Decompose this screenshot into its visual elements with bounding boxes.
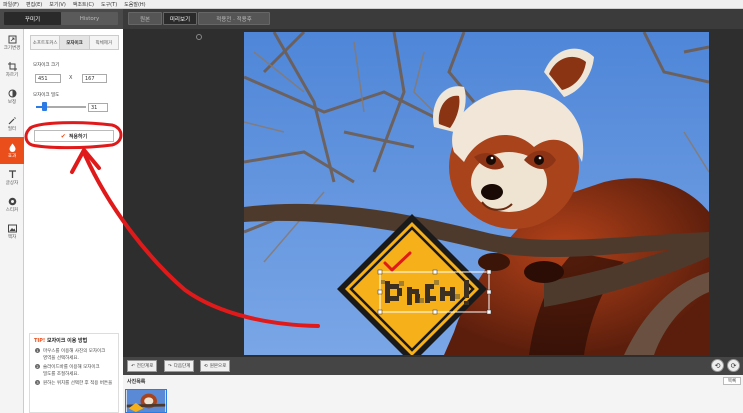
tool-frame[interactable]: 액자 xyxy=(0,218,24,245)
redo-label: 다음단계 xyxy=(173,364,191,369)
redo-icon: ↷ xyxy=(168,363,172,369)
red-panda-photo[interactable] xyxy=(244,32,709,355)
menu-edit[interactable]: 편집(E) xyxy=(26,1,42,8)
checkmark-icon: ✔ xyxy=(60,132,66,140)
mosaic-strength-input[interactable]: 31 xyxy=(88,103,108,112)
adjust-icon xyxy=(8,89,16,97)
tip-heading: 모자이크 이용 방법 xyxy=(46,338,88,344)
step-text: 원하는 위치를 선택한 후 적용 버튼을 xyxy=(43,381,113,386)
menu-action[interactable]: 액조트(C) xyxy=(73,1,94,8)
frame-icon xyxy=(7,224,17,232)
rotate-right-icon[interactable]: ⟳ xyxy=(727,359,740,372)
tool-filter[interactable]: 필터 xyxy=(0,110,24,137)
redo-button[interactable]: ↷ 다음단계 xyxy=(164,360,195,372)
tip-step: 3 원하는 위치를 선택한 후 적용 버튼을 xyxy=(35,380,112,386)
tab-history[interactable]: History xyxy=(61,12,118,25)
undo-icon: ↶ xyxy=(131,363,135,369)
filter-icon xyxy=(8,116,16,124)
tool-label: 글상자 xyxy=(5,180,19,186)
reset-label: 원본으로 xyxy=(209,364,227,369)
tip-step: 1 마우스를 이용해 사진의 모자이크 xyxy=(35,348,105,354)
photo-thumbnail[interactable] xyxy=(125,389,167,413)
photo-list-title: 사진목록 xyxy=(127,379,146,385)
step-text: 슬라이드바를 이용해 모자이크 xyxy=(43,365,100,370)
tip-box: TIP! 모자이크 이용 방법 1 마우스를 이용해 사진의 모자이크 영역을 … xyxy=(29,333,119,413)
effect-subtabs: 소프트포커스 모자이크 픽체제거 xyxy=(30,35,119,50)
tool-effect[interactable]: 효과 xyxy=(0,137,24,164)
menu-help[interactable]: 도움말(H) xyxy=(124,1,145,8)
tab-original[interactable]: 원본 xyxy=(128,12,162,25)
subtab-mosaic[interactable]: 모자이크 xyxy=(60,36,90,49)
step-text: 밀도를 조절하세요. xyxy=(43,372,79,377)
reset-button[interactable]: ⟲ 원본으로 xyxy=(200,360,231,372)
tool-label: 자르기 xyxy=(5,72,19,78)
undo-label: 전단계로 xyxy=(136,364,154,369)
tool-label: 보정 xyxy=(7,99,17,105)
menu-view[interactable]: 보기(V) xyxy=(49,1,66,8)
undo-button[interactable]: ↶ 전단계로 xyxy=(127,360,158,372)
tool-text[interactable]: 글상자 xyxy=(0,164,24,191)
resize-icon xyxy=(8,35,16,43)
tip-step: 영역을 선택하세요. xyxy=(43,355,79,361)
mosaic-width-input[interactable]: 451 xyxy=(35,74,61,83)
tip-step: 2 슬라이드바를 이용해 모자이크 xyxy=(35,364,100,370)
step-number: 1 xyxy=(35,348,40,353)
mosaic-strength-label: 모자이크 밀도 xyxy=(33,93,60,98)
tool-label: 효과 xyxy=(7,153,17,159)
step-number: 3 xyxy=(35,380,40,385)
text-icon xyxy=(8,169,16,178)
size-separator: X xyxy=(69,75,73,81)
sticker-icon xyxy=(8,197,16,205)
mosaic-size-label: 모자이크 크기 xyxy=(33,63,60,68)
apply-button[interactable]: ✔ 적용하기 xyxy=(34,130,114,142)
subtab-soft-focus[interactable]: 소프트포커스 xyxy=(31,36,61,49)
reset-icon: ⟲ xyxy=(204,363,208,369)
effect-icon xyxy=(9,143,15,152)
menu-tools[interactable]: 도구(T) xyxy=(101,1,117,8)
tip-word: TIP! xyxy=(34,338,46,344)
apply-button-label: 적용하기 xyxy=(68,133,88,140)
left-tabs: 꾸미기 History xyxy=(0,9,123,29)
tab-before-after[interactable]: 적용전 · 적용후 xyxy=(198,12,270,25)
tip-step: 밀도를 조절하세요. xyxy=(43,371,79,377)
canvas-cursor-icon xyxy=(196,34,202,40)
canvas-toolbar: ↶ 전단계로 ↷ 다음단계 ⟲ 원본으로 ⟲ ⟳ xyxy=(123,357,743,375)
crop-icon xyxy=(7,61,17,71)
tab-decorate[interactable]: 꾸미기 xyxy=(4,12,61,25)
rotate-left-icon[interactable]: ⟲ xyxy=(711,359,724,372)
photo-editor-window: 파일(F) 편집(E) 보기(V) 액조트(C) 도구(T) 도움말(H) 꾸미… xyxy=(0,0,743,413)
mosaic-height-input[interactable]: 167 xyxy=(82,74,107,83)
editor-canvas[interactable] xyxy=(123,29,743,357)
tab-preview[interactable]: 미리보기 xyxy=(163,12,197,25)
tool-strip: 크기변경 자르기 보정 필터 효과 글상자 스티커 액자 xyxy=(0,29,24,413)
tip-title: TIP! 모자이크 이용 방법 xyxy=(34,337,87,344)
tool-adjust[interactable]: 보정 xyxy=(0,83,24,110)
tool-label: 스티커 xyxy=(5,207,19,213)
menu-bar: 파일(F) 편집(E) 보기(V) 액조트(C) 도구(T) 도움말(H) xyxy=(0,0,743,9)
menu-file[interactable]: 파일(F) xyxy=(3,1,19,8)
tool-label: 크기변경 xyxy=(3,45,21,51)
step-number: 2 xyxy=(35,364,40,369)
top-tab-bar: 꾸미기 History 원본 미리보기 적용전 · 적용후 xyxy=(0,9,743,29)
tool-resize[interactable]: 크기변경 xyxy=(0,29,24,56)
subtab-blemish[interactable]: 픽체제거 xyxy=(89,36,118,49)
photo-list: 사진목록 목록 xyxy=(123,375,743,413)
step-text: 마우스를 이용해 사진의 모자이크 xyxy=(43,349,106,354)
step-text: 영역을 선택하세요. xyxy=(43,356,79,361)
tool-label: 액자 xyxy=(7,234,17,240)
tool-label: 필터 xyxy=(7,126,17,132)
tool-crop[interactable]: 자르기 xyxy=(0,56,24,83)
photo-list-button[interactable]: 목록 xyxy=(723,377,741,385)
slider-thumb[interactable] xyxy=(41,102,47,111)
tool-sticker[interactable]: 스티커 xyxy=(0,191,24,218)
